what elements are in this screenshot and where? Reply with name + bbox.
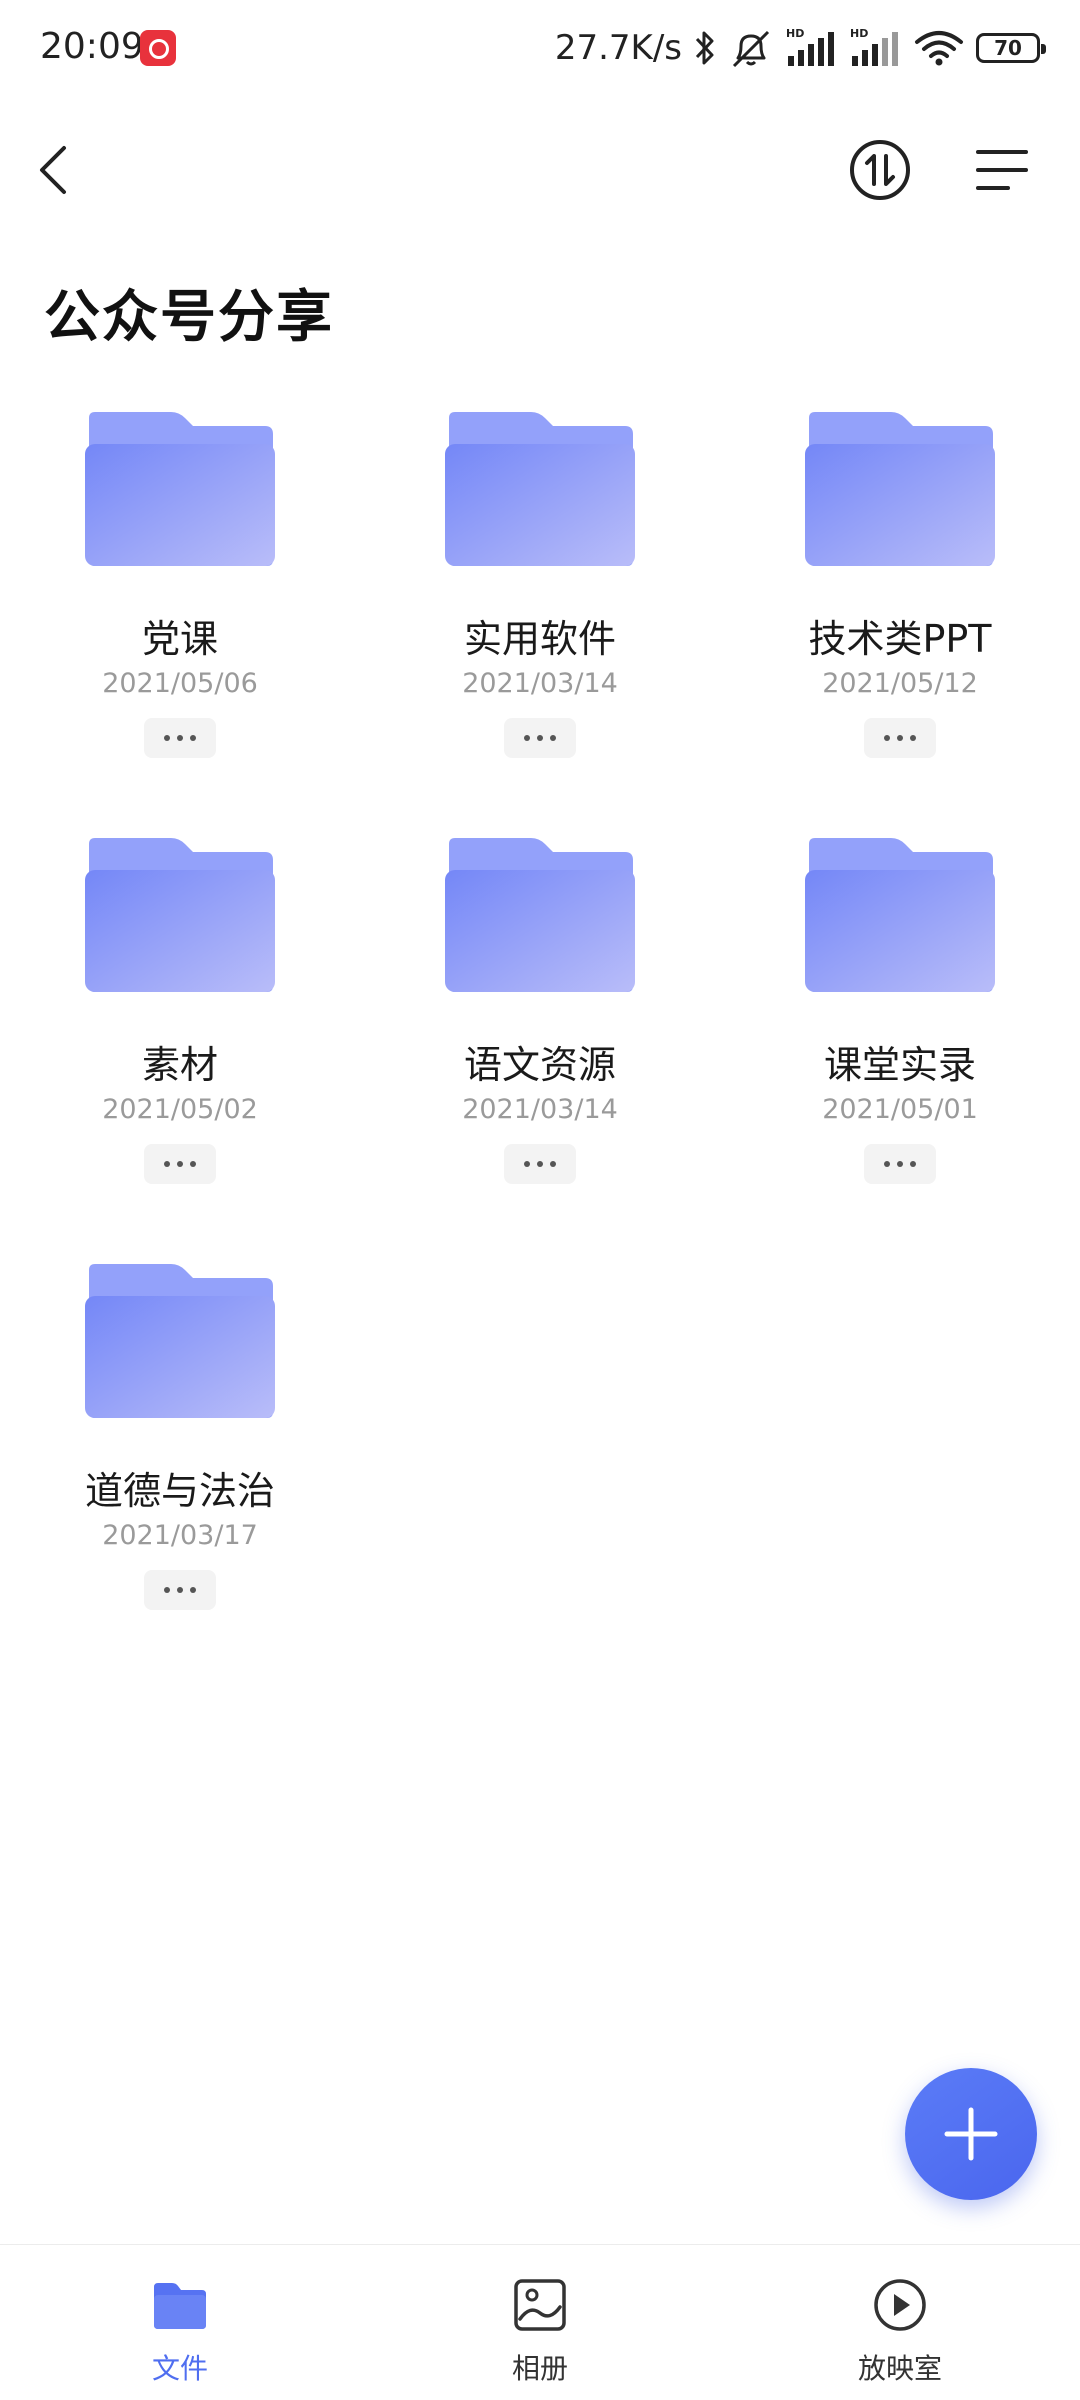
more-options-button[interactable] [864, 1144, 936, 1184]
hd-label: HD [786, 27, 804, 40]
bluetooth-icon [695, 31, 714, 65]
folder-name: 课堂实录 [823, 1043, 976, 1087]
mute-bell-icon [732, 30, 770, 68]
folder-item[interactable]: 课堂实录 2021/05/01 [750, 826, 1050, 1206]
more-options-button[interactable] [144, 718, 216, 758]
page-title: 公众号分享 [44, 285, 334, 350]
menu-button[interactable] [970, 140, 1034, 200]
folder-icon [805, 412, 995, 566]
folder-date: 2021/03/17 [102, 1520, 258, 1551]
folder-item[interactable]: 素材 2021/05/02 [30, 826, 330, 1206]
folder-date: 2021/05/06 [102, 668, 258, 699]
more-options-button[interactable] [504, 718, 576, 758]
hd-label: HD [850, 27, 868, 40]
photo-album-icon [514, 2279, 566, 2331]
folder-date: 2021/03/14 [462, 1094, 618, 1125]
play-circle-icon [874, 2279, 926, 2331]
wifi-icon [915, 31, 963, 66]
folder-icon [85, 412, 275, 566]
back-button[interactable] [24, 140, 84, 200]
bottom-nav: 文件 相册 放映室 [0, 2244, 1080, 2400]
chevron-left-icon [40, 146, 66, 194]
more-options-button[interactable] [144, 1570, 216, 1610]
nav-label: 放映室 [857, 2352, 942, 2385]
folder-name: 实用软件 [463, 617, 616, 661]
signal-hd-2-icon: HD [850, 27, 898, 66]
menu-lines-icon [976, 150, 1028, 190]
folder-item[interactable]: 道德与法治 2021/03/17 [30, 1252, 330, 1632]
screen: 20:09 27.7K/s HD HD 70 公众号分享 党课 2021/05/… [0, 0, 1080, 2400]
folder-item[interactable]: 语文资源 2021/03/14 [390, 826, 690, 1206]
signal-hd-1-icon: HD [786, 27, 834, 66]
folder-date: 2021/05/02 [102, 1094, 258, 1125]
transfer-button[interactable] [848, 138, 912, 202]
folder-name: 道德与法治 [84, 1469, 275, 1513]
transfer-arrows-icon [850, 140, 910, 200]
folder-item[interactable]: 实用软件 2021/03/14 [390, 400, 690, 780]
folder-date: 2021/03/14 [462, 668, 618, 699]
folder-name: 党课 [141, 617, 218, 661]
plus-icon [944, 2107, 998, 2161]
folder-icon [85, 838, 275, 992]
folder-item[interactable]: 党课 2021/05/06 [30, 400, 330, 780]
nav-item-theater[interactable]: 放映室 [800, 2245, 1000, 2400]
folder-date: 2021/05/01 [822, 1094, 978, 1125]
netease-music-icon [140, 30, 176, 66]
battery-icon: 70 [976, 33, 1046, 63]
folder-icon [445, 838, 635, 992]
nav-item-album[interactable]: 相册 [440, 2245, 640, 2400]
folder-icon [85, 1264, 275, 1418]
folder-icon [154, 2283, 206, 2329]
folder-name: 素材 [141, 1043, 218, 1087]
status-time: 20:09 [40, 26, 144, 67]
nav-label: 文件 [151, 2352, 208, 2385]
folder-date: 2021/05/12 [822, 668, 978, 699]
folder-icon [805, 838, 995, 992]
status-indicators: 27.7K/s HD HD 70 [554, 22, 1046, 74]
network-speed: 27.7K/s [554, 28, 682, 68]
add-button[interactable] [905, 2068, 1037, 2200]
more-options-button[interactable] [864, 718, 936, 758]
nav-item-files[interactable]: 文件 [80, 2245, 280, 2400]
folder-item[interactable]: 技术类PPT 2021/05/12 [750, 400, 1050, 780]
more-options-button[interactable] [504, 1144, 576, 1184]
more-options-button[interactable] [144, 1144, 216, 1184]
folder-name: 语文资源 [463, 1043, 616, 1087]
status-bar: 20:09 27.7K/s HD HD 70 [0, 0, 1080, 96]
nav-label: 相册 [511, 2352, 568, 2385]
folder-name: 技术类PPT [808, 617, 992, 661]
folder-icon [445, 412, 635, 566]
